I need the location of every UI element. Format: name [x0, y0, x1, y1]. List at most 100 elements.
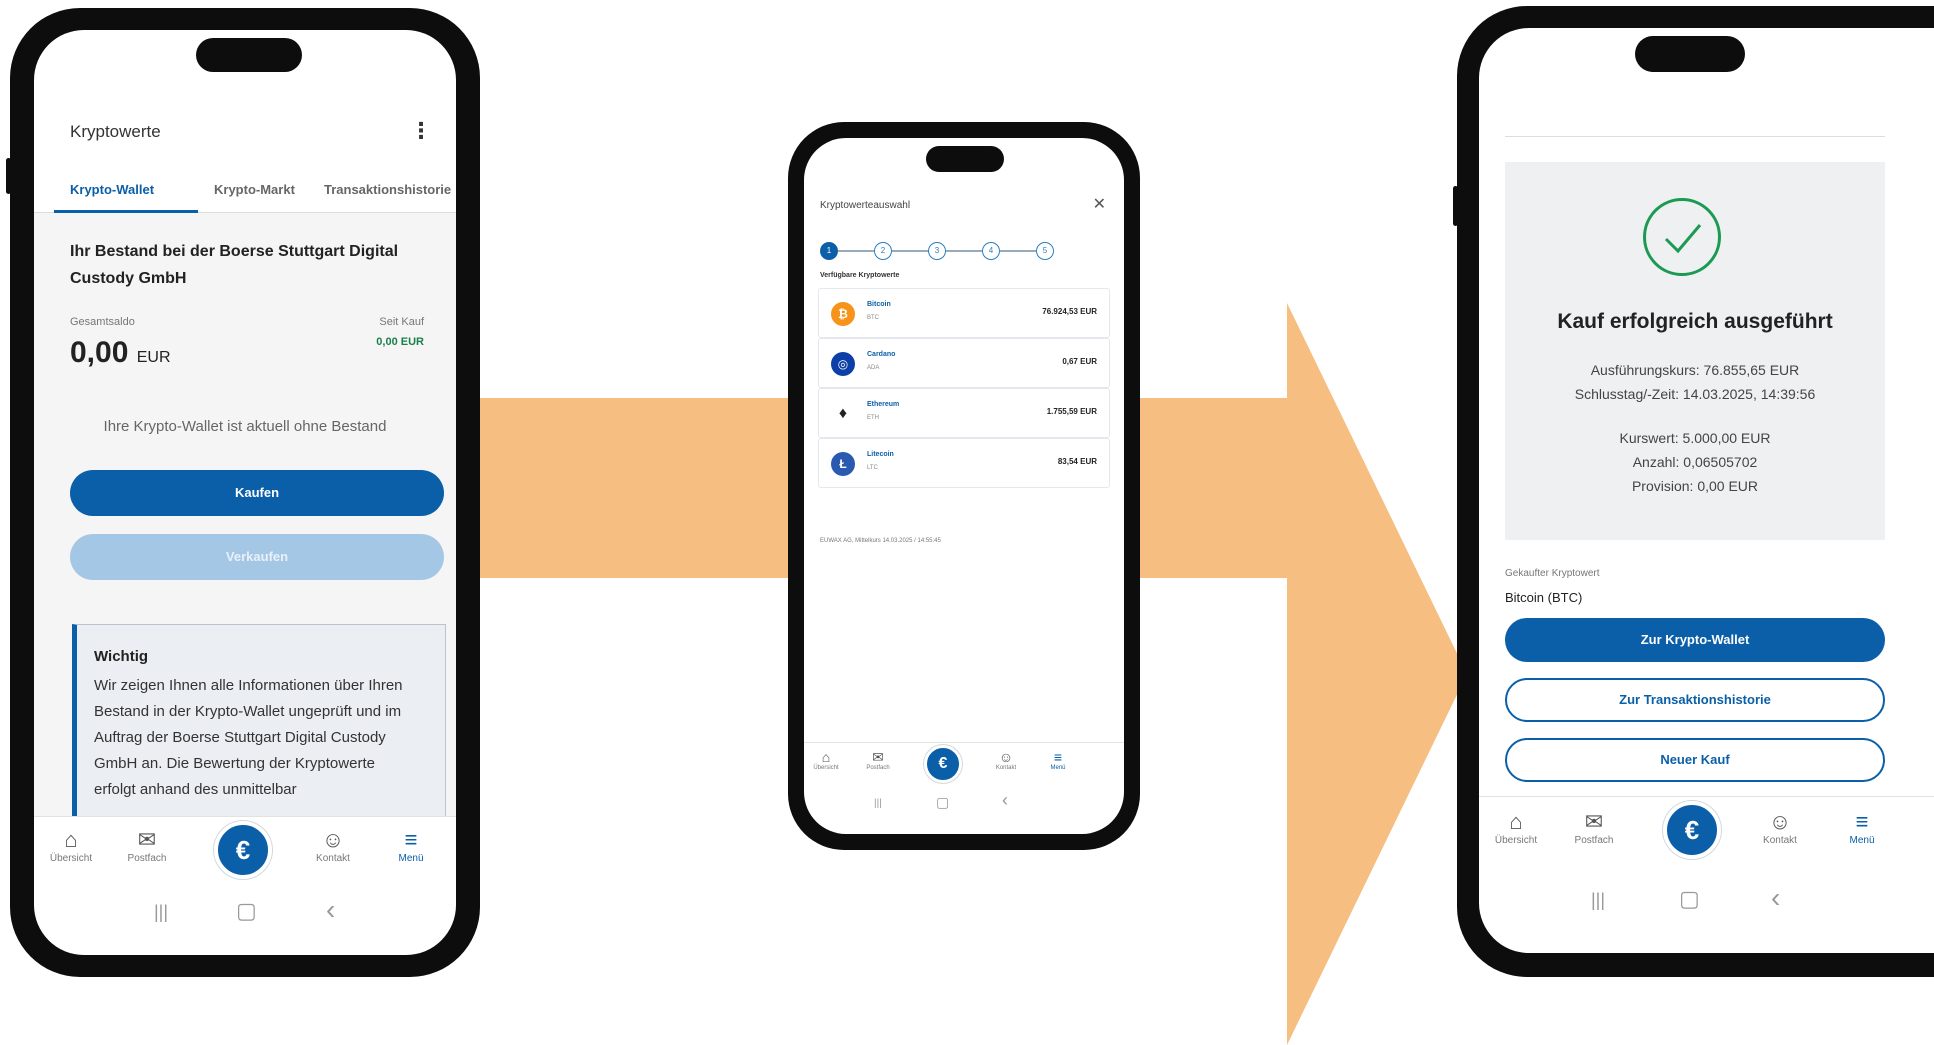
tab-transaktionshistorie[interactable]: Transaktionshistorie: [324, 182, 451, 197]
total-balance-label: Gesamtsaldo: [70, 316, 135, 328]
success-title: Kauf erfolgreich ausgeführt: [1557, 310, 1833, 333]
phone-crypto-selection: Kryptowerteauswahl ✕ 1 2 3 4 5 Verfügbar…: [788, 122, 1140, 850]
coin-row-bitcoin[interactable]: ₿ Bitcoin BTC 76.924,53 EUR: [818, 288, 1110, 338]
quantity: Anzahl: 0,06505702: [1632, 454, 1758, 470]
coin-symbol: LTC: [867, 465, 878, 471]
nav-label: Postfach: [127, 853, 167, 864]
home-icon: ⌂: [821, 749, 831, 765]
euro-action-button[interactable]: €: [214, 821, 272, 879]
nav-uebersicht[interactable]: ⌂ Übersicht: [808, 749, 844, 771]
back-icon[interactable]: ‹: [1771, 882, 1780, 914]
menu-icon: ≡: [1855, 809, 1869, 834]
nav-menue[interactable]: ≡ Menü: [384, 827, 438, 864]
page-title: Kryptowerte: [70, 122, 161, 141]
home-nav-icon[interactable]: ▢: [936, 794, 949, 811]
step-connector: [838, 250, 874, 252]
tab-krypto-wallet[interactable]: Krypto-Wallet: [70, 182, 154, 197]
nav-label: Menü: [1050, 765, 1066, 771]
selection-screen: Kryptowerteauswahl ✕ 1 2 3 4 5 Verfügbar…: [804, 138, 1124, 834]
home-icon: ⌂: [64, 827, 78, 852]
nav-label: Übersicht: [1494, 835, 1538, 846]
coin-name: Ethereum: [867, 401, 900, 408]
coin-row-ethereum[interactable]: ♦ Ethereum ETH 1.755,59 EUR: [818, 388, 1110, 438]
recent-apps-icon[interactable]: |||: [154, 902, 168, 923]
nav-postfach[interactable]: ✉ Postfach: [1567, 809, 1621, 846]
step-3: 3: [928, 242, 946, 260]
recent-apps-icon[interactable]: |||: [874, 798, 882, 809]
market-value: Kurswert: 5.000,00 EUR: [1619, 430, 1771, 446]
step-connector: [892, 250, 928, 252]
contact-icon: ☺: [321, 827, 345, 852]
total-balance: 0,00 EUR: [70, 336, 171, 370]
step-connector: [946, 250, 982, 252]
more-options-icon[interactable]: ⋮: [410, 118, 432, 144]
empty-wallet-message: Ihre Krypto-Wallet ist aktuell ohne Best…: [103, 418, 387, 435]
euro-action-button[interactable]: €: [924, 745, 962, 783]
price-source-note: EUWAX AG, Mittelkurs 14.03.2025 / 14:55:…: [820, 538, 941, 544]
close-icon[interactable]: ✕: [1093, 194, 1106, 214]
bottom-nav: ⌂ Übersicht ✉ Postfach € ☺ Kontakt ≡ Men…: [804, 742, 1124, 793]
contact-icon: ☺: [1768, 809, 1792, 834]
cardano-icon: ◎: [831, 352, 855, 376]
camera-notch: [196, 38, 302, 72]
flow-arrow-head: [1287, 303, 1467, 1045]
camera-notch: [926, 146, 1004, 172]
back-icon[interactable]: ‹: [1002, 790, 1008, 811]
coin-price: 83,54 EUR: [1057, 457, 1097, 466]
nav-uebersicht[interactable]: ⌂ Übersicht: [1489, 809, 1543, 846]
since-purchase-label: Seit Kauf: [379, 316, 424, 328]
to-wallet-button[interactable]: Zur Krypto-Wallet: [1505, 618, 1885, 662]
euro-action-button[interactable]: €: [1663, 801, 1721, 859]
nav-kontakt[interactable]: ☺ Kontakt: [306, 827, 360, 864]
home-nav-icon[interactable]: ▢: [1679, 886, 1700, 912]
nav-label: Kontakt: [1763, 835, 1797, 846]
camera-notch: [1635, 36, 1745, 72]
to-history-button[interactable]: Zur Transaktionshistorie: [1505, 678, 1885, 722]
nav-kontakt[interactable]: ☺ Kontakt: [1753, 809, 1807, 846]
since-purchase-value: 0,00 EUR: [376, 336, 424, 348]
coin-row-litecoin[interactable]: Ł Litecoin LTC 83,54 EUR: [818, 438, 1110, 488]
total-balance-unit: EUR: [136, 349, 171, 366]
commission: Provision: 0,00 EUR: [1631, 478, 1759, 494]
mail-icon: ✉: [872, 749, 884, 765]
step-2: 2: [874, 242, 892, 260]
section-title: Verfügbare Kryptowerte: [820, 272, 900, 279]
tab-krypto-markt[interactable]: Krypto-Markt: [214, 182, 295, 197]
back-icon[interactable]: ‹: [326, 894, 335, 926]
nav-kontakt[interactable]: ☺ Kontakt: [988, 749, 1024, 771]
side-button: [1453, 186, 1458, 226]
step-1: 1: [820, 242, 838, 260]
total-balance-value: 0,00: [70, 336, 129, 369]
info-title: Wichtig: [94, 648, 149, 665]
new-purchase-button[interactable]: Neuer Kauf: [1505, 738, 1885, 782]
nav-label: Menü: [1849, 835, 1875, 846]
menu-icon: ≡: [1053, 749, 1063, 765]
step-4: 4: [982, 242, 1000, 260]
success-check-icon: [1643, 198, 1721, 276]
coin-name: Litecoin: [867, 451, 894, 458]
bottom-nav: ⌂ Übersicht ✉ Postfach € ☺ Kontakt ≡ Men…: [1479, 796, 1934, 873]
coin-symbol: ETH: [867, 415, 879, 421]
coin-price: 76.924,53 EUR: [1042, 307, 1097, 316]
buy-button[interactable]: Kaufen: [70, 470, 444, 516]
nav-menue[interactable]: ≡ Menü: [1040, 749, 1076, 771]
bitcoin-icon: ₿: [831, 302, 855, 326]
nav-label: Kontakt: [316, 853, 350, 864]
wallet-screen: Kryptowerte ⋮ Krypto-Wallet Krypto-Markt…: [34, 30, 456, 955]
recent-apps-icon[interactable]: |||: [1591, 890, 1605, 911]
page-title: Kryptowerteauswahl: [820, 200, 911, 211]
tab-bar: Krypto-Wallet Krypto-Markt Transaktionsh…: [34, 176, 456, 213]
nav-uebersicht[interactable]: ⌂ Übersicht: [44, 827, 98, 864]
coin-symbol: BTC: [867, 315, 879, 321]
coin-symbol: ADA: [867, 365, 880, 371]
nav-label: Übersicht: [813, 765, 839, 771]
nav-postfach[interactable]: ✉ Postfach: [860, 749, 896, 771]
nav-postfach[interactable]: ✉ Postfach: [120, 827, 174, 864]
litecoin-icon: Ł: [831, 452, 855, 476]
nav-menue[interactable]: ≡ Menü: [1835, 809, 1889, 846]
phone-purchase-success: Kauf erfolgreich ausgeführt Ausführungsk…: [1453, 6, 1934, 977]
home-nav-icon[interactable]: ▢: [236, 898, 257, 924]
divider: [1505, 136, 1885, 137]
sell-button[interactable]: Verkaufen: [70, 534, 444, 580]
coin-row-cardano[interactable]: ◎ Cardano ADA 0,67 EUR: [818, 338, 1110, 388]
